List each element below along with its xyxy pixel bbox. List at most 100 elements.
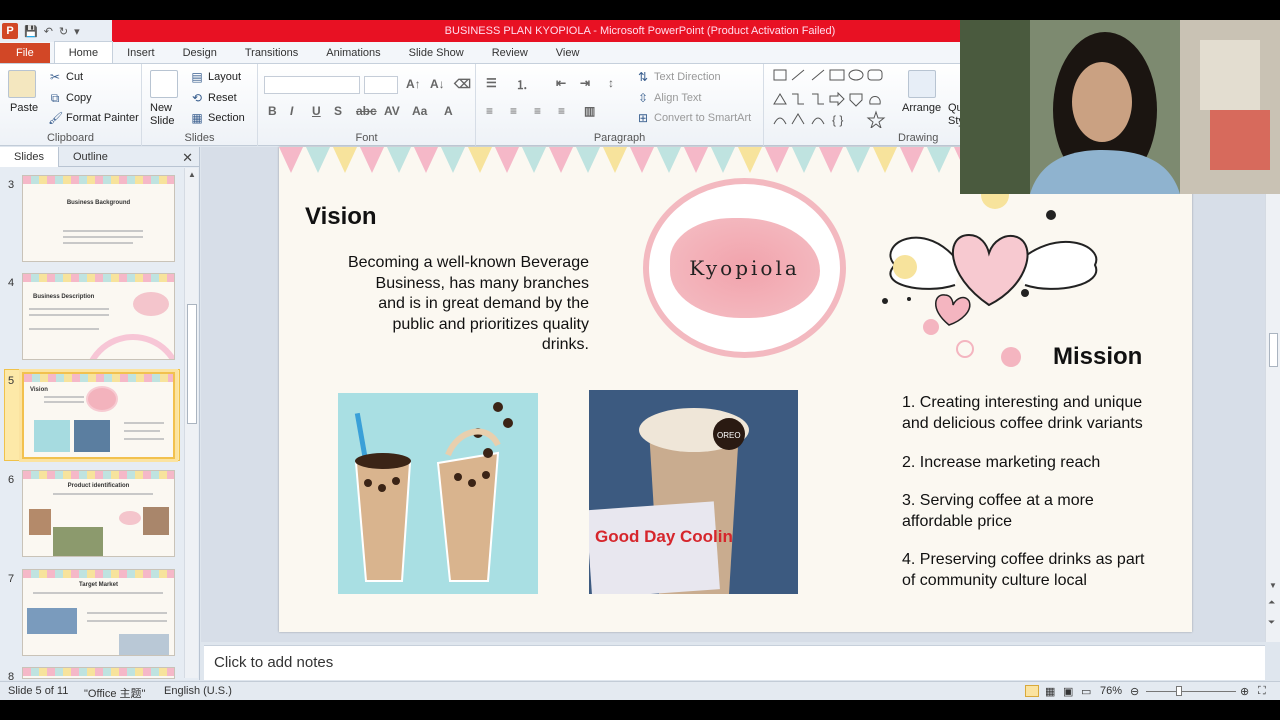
mission-title[interactable]: Mission [1053,343,1142,371]
tab-slides[interactable]: Slides [0,146,59,167]
copy-button[interactable]: ⧉ Copy [48,91,92,105]
tab-review[interactable]: Review [478,43,542,63]
zoom-slider[interactable] [1146,691,1236,692]
bold-icon[interactable]: B [268,104,277,118]
thumbnails-scrollbar[interactable]: ▲ [184,168,198,678]
underline-icon[interactable]: U [312,104,321,118]
next-slide-icon[interactable]: ⏷ [1268,617,1275,628]
reading-view-icon[interactable]: ▣ [1063,685,1073,698]
fit-slide-icon[interactable]: ⛶ [1258,685,1266,698]
text-line [44,401,84,403]
scroll-thumb[interactable] [187,304,197,424]
tab-slide-show[interactable]: Slide Show [395,43,478,63]
justify-icon[interactable]: ≡ [558,104,565,118]
align-left-icon[interactable]: ≡ [486,104,493,118]
coffee-drink-photo[interactable]: OREO Good Day Coolin [589,390,798,594]
reset-button[interactable]: ⟲ Reset [190,91,237,105]
slide-thumbnail-6[interactable]: Product identification [22,470,175,557]
bunting-flag [306,147,330,173]
zoom-slider-thumb[interactable] [1176,686,1182,696]
section-button[interactable]: ▦ Section [190,111,244,125]
shapes-gallery[interactable]: { } [772,68,892,128]
mission-item-4[interactable]: 4. Preserving coffee drinks as part of c… [902,550,1172,591]
mission-item-2[interactable]: 2. Increase marketing reach [902,453,1172,474]
slideshow-icon[interactable]: ▭ [1081,685,1091,698]
decrease-indent-icon[interactable]: ⇤ [556,76,566,90]
logo-text: Kyopiola [689,256,800,280]
slide-thumbnail-7[interactable]: Target Market [22,569,175,656]
zoom-in-icon[interactable]: ⊕ [1240,685,1249,698]
kyopiola-logo[interactable]: Kyopiola [643,178,846,358]
drawing-group: { } Arrange Qui Sty Drawing [768,64,962,146]
strikethrough-icon[interactable]: abc [356,104,377,118]
slide-thumbnail-4[interactable]: Business Description [22,273,175,360]
notes-pane[interactable]: Click to add notes [204,645,1265,680]
tab-design[interactable]: Design [169,43,231,63]
align-right-icon[interactable]: ≡ [534,104,541,118]
change-case-icon[interactable]: Aa [412,104,427,118]
shadow-icon[interactable]: S [334,104,342,118]
slide-sorter-icon[interactable]: ▦ [1045,685,1055,698]
character-spacing-icon[interactable]: AV [384,104,400,118]
new-slide-button[interactable]: New Slide [150,102,190,128]
bubble-tea-photo[interactable] [338,393,538,594]
columns-icon[interactable]: ▥ [584,104,595,118]
slide[interactable]: Vision Becoming a well-known Beverage Bu… [279,147,1192,632]
grow-font-icon[interactable]: A↑ [406,77,421,91]
line-spacing-icon[interactable]: ↕ [608,76,614,90]
bullets-icon[interactable]: ☰ [486,76,497,90]
numbering-icon[interactable]: ⒈ [516,76,528,93]
mission-item-3[interactable]: 3. Serving coffee at a more affordable p… [902,491,1172,532]
italic-icon[interactable]: I [290,104,293,118]
mission-item-1[interactable]: 1. Creating interesting and unique and d… [902,393,1172,434]
convert-smartart-button[interactable]: ⊞ Convert to SmartArt [636,111,751,125]
font-color-icon[interactable]: A [444,104,453,118]
font-size-dropdown[interactable] [364,76,398,94]
scroll-down-icon[interactable]: ▼ [1269,581,1277,590]
text-direction-button[interactable]: ⇅ Text Direction [636,70,721,84]
paste-button[interactable]: Paste [10,102,38,114]
tab-outline[interactable]: Outline [59,147,122,167]
format-painter-button[interactable]: 🖌 Format Painter [48,111,139,125]
shrink-font-icon[interactable]: A↓ [430,77,445,91]
vision-title[interactable]: Vision [305,203,377,231]
zoom-level[interactable]: 76% [1100,685,1122,697]
new-slide-icon[interactable] [150,70,178,98]
previous-slide-icon[interactable]: ⏶ [1268,597,1275,608]
tab-view[interactable]: View [542,43,594,63]
arrange-icon[interactable] [908,70,936,98]
slide-scrollbar[interactable]: ▼ ⏶ ⏷ [1265,147,1280,642]
tab-home[interactable]: Home [53,41,114,63]
tab-file[interactable]: File [0,43,50,63]
align-text-button[interactable]: ⇳ Align Text [636,91,702,105]
align-center-icon[interactable]: ≡ [510,104,517,118]
tab-animations[interactable]: Animations [312,43,394,63]
increase-indent-icon[interactable]: ⇥ [580,76,590,90]
zoom-out-icon[interactable]: ⊖ [1130,685,1139,698]
tab-transitions[interactable]: Transitions [231,43,312,63]
vision-text[interactable]: Becoming a well-known Beverage Business,… [319,253,589,356]
layout-button[interactable]: ▤ Layout [190,70,241,84]
tab-insert[interactable]: Insert [113,43,169,63]
slides-label: Slides [184,132,215,144]
scroll-up-icon[interactable]: ▲ [188,170,196,179]
normal-view-icon[interactable] [1025,685,1039,697]
arrange-button[interactable]: Arrange [902,102,941,114]
slide-thumbnail-3[interactable]: Business Background [22,175,175,262]
photo-thumb [27,608,77,634]
slide-thumbnail-5[interactable]: Vision [19,369,178,462]
slide-thumbnail-8[interactable] [22,667,175,679]
theme-name[interactable]: "Office 主题" [84,685,145,701]
bunting-flag [738,147,762,173]
bunting [23,668,174,676]
photo-thumb [34,420,70,452]
close-pane-icon[interactable]: ✕ [182,150,193,166]
scroll-thumb[interactable] [1269,333,1278,367]
clear-formatting-icon[interactable]: ⌫ [454,77,471,91]
slide-editing-area: Vision Becoming a well-known Beverage Bu… [201,147,1265,642]
font-name-dropdown[interactable] [264,76,360,94]
text-line [53,493,153,495]
cut-button[interactable]: ✂ Cut [48,70,83,84]
paste-icon[interactable] [8,70,36,98]
language-indicator[interactable]: English (U.S.) [164,685,232,697]
